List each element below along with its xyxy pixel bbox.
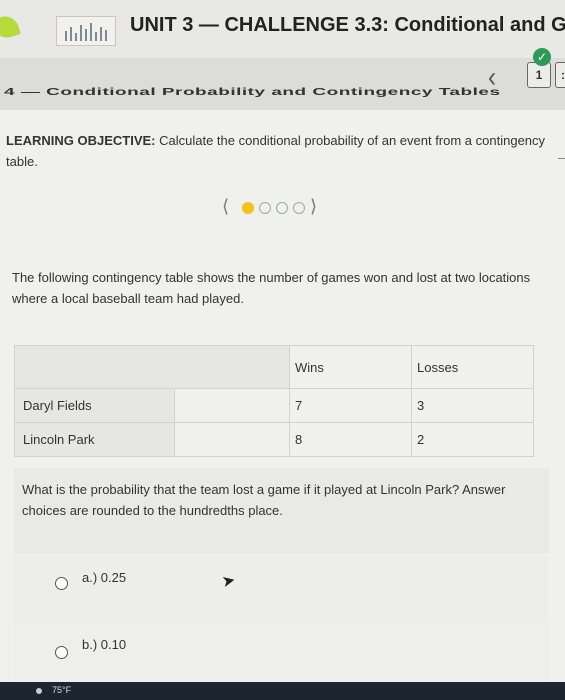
check-icon: ✓ bbox=[533, 48, 551, 66]
row-header: Daryl Fields bbox=[14, 388, 175, 423]
chevron-left-icon[interactable]: ⟨ bbox=[222, 196, 229, 217]
table-cell-wins: 8 bbox=[289, 422, 412, 457]
table-cell-losses: 3 bbox=[411, 388, 534, 423]
table-header-row: Wins Losses bbox=[14, 345, 534, 389]
step-dot-4[interactable] bbox=[293, 202, 305, 214]
os-taskbar bbox=[0, 682, 565, 700]
divider bbox=[558, 158, 565, 159]
choice-label: a.) 0.25 bbox=[82, 570, 127, 585]
weather-temperature[interactable]: 75°F bbox=[52, 685, 71, 695]
unit-thumbnail bbox=[56, 16, 116, 46]
radio-button[interactable] bbox=[55, 577, 68, 590]
step-dot-1[interactable] bbox=[242, 202, 254, 214]
choice-label: b.) 0.10 bbox=[82, 637, 127, 652]
objective-label: LEARNING OBJECTIVE: bbox=[6, 133, 156, 148]
row-header: Lincoln Park bbox=[14, 422, 175, 457]
next-page-indicator[interactable]: : bbox=[555, 62, 565, 88]
step-dot-2[interactable] bbox=[259, 202, 271, 214]
chevron-left-icon[interactable]: ‹ bbox=[488, 61, 496, 95]
question-body: What is the probability that the team lo… bbox=[22, 482, 506, 518]
table-spacer-cell bbox=[174, 388, 290, 423]
table-corner bbox=[14, 345, 290, 389]
table-cell-losses: 2 bbox=[411, 422, 534, 457]
chevron-right-icon[interactable]: ⟩ bbox=[310, 196, 317, 217]
answer-choice-b[interactable]: b.) 0.10 bbox=[14, 622, 549, 682]
lesson-title: 4 — Conditional Probability and Continge… bbox=[4, 86, 501, 98]
answer-choice-a[interactable]: a.) 0.25 bbox=[14, 556, 549, 622]
question-text: What is the probability that the team lo… bbox=[14, 468, 549, 554]
contingency-table: Wins Losses Daryl Fields 7 3 Lincoln Par… bbox=[14, 345, 534, 457]
column-header-losses: Losses bbox=[411, 345, 534, 389]
unit-title: UNIT 3 — CHALLENGE 3.3: Conditional and … bbox=[130, 14, 565, 36]
column-header-wins: Wins bbox=[289, 345, 412, 389]
weather-icon bbox=[36, 688, 42, 694]
page-indicator[interactable]: 1 bbox=[527, 62, 551, 88]
learning-objective: LEARNING OBJECTIVE: Calculate the condit… bbox=[6, 130, 546, 172]
table-row: Lincoln Park 8 2 bbox=[14, 422, 534, 457]
table-cell-wins: 7 bbox=[289, 388, 412, 423]
radio-button[interactable] bbox=[55, 646, 68, 659]
table-row: Daryl Fields 7 3 bbox=[14, 388, 534, 423]
step-dot-3[interactable] bbox=[276, 202, 288, 214]
table-spacer-cell bbox=[174, 422, 290, 457]
lesson-bar bbox=[0, 58, 565, 110]
question-prompt: The following contingency table shows th… bbox=[12, 270, 531, 306]
